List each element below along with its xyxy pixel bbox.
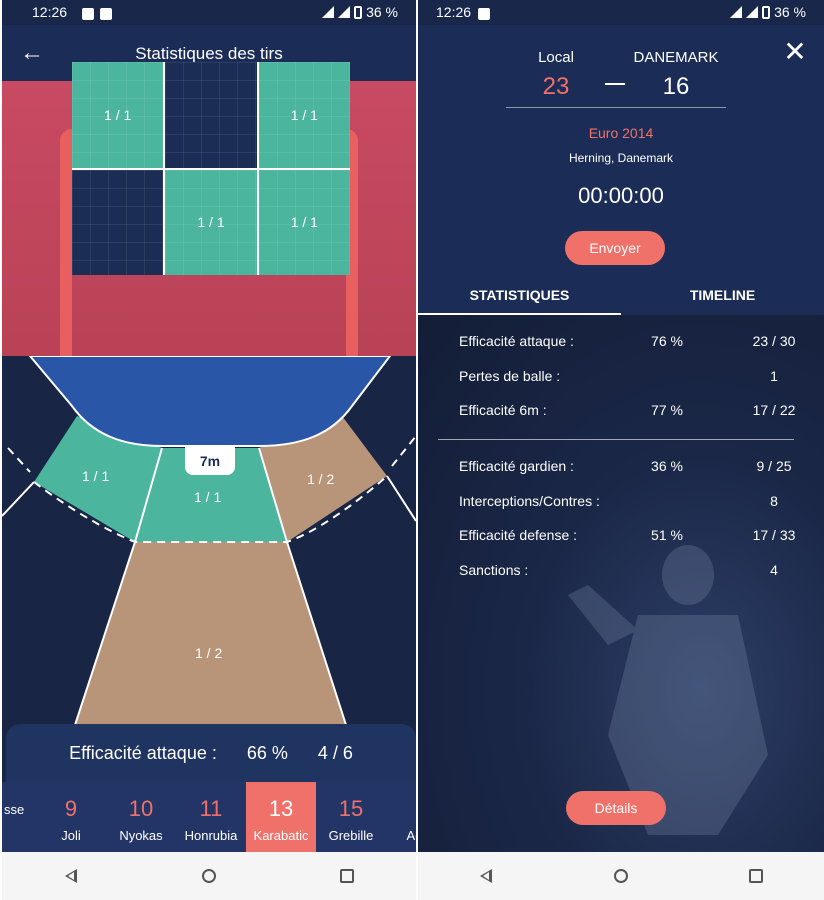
stat-row: Sanctions : 4 [459,562,778,578]
flipboard-icon [478,7,490,23]
home-team-name: Local [538,49,574,66]
signal-icon [338,6,351,18]
send-button[interactable]: Envoyer [565,231,665,265]
player-item[interactable]: 11 Honrubia [176,782,246,852]
battery-icon [762,5,771,19]
goal-zone-bottom-right[interactable]: 1 / 1 [258,169,350,275]
goal-zone-bottom-left[interactable] [72,169,164,275]
stat-row: Pertes de balle : 1 [459,368,778,384]
away-score: 16 [662,73,690,100]
efficiency-ratio: 4 / 6 [317,742,353,763]
away-team-name: DANEMARK [633,49,719,66]
status-bar: 12:26 36 % [2,0,416,25]
court-diagram: 1 / 1 1 / 1 1 / 2 1 / 2 [2,356,416,728]
player-item[interactable]: 10 Nyokas [106,782,176,852]
stats-panel: Efficacité attaque : 76 % 23 / 30 Pertes… [418,315,824,852]
court-svg [2,356,416,728]
goal-zone-top-center[interactable] [165,62,257,168]
wifi-icon [322,6,335,18]
left-wing-label[interactable]: 1 / 1 [82,468,109,484]
close-icon[interactable]: ✕ [782,38,808,66]
goal-zone-top-right[interactable]: 1 / 1 [258,62,350,168]
tab-statistics[interactable]: STATISTIQUES [418,277,621,315]
player-item[interactable]: 1 Acca [386,782,416,852]
status-bar: 12:26 36 % [418,0,824,25]
shot-stats-screen: 12:26 36 % ← Statistiques des tirs 0 / 2… [2,0,416,900]
nav-home-icon[interactable] [606,861,636,891]
center-label[interactable]: 1 / 1 [194,489,221,505]
goal-zone-bottom-center[interactable]: 1 / 1 [165,169,257,275]
battery-icon [354,5,363,19]
stat-row: Efficacité attaque : 76 % 23 / 30 [459,333,796,349]
score-divider [506,107,726,108]
flipboard-icon [100,7,112,23]
efficiency-pct: 66 % [246,742,288,763]
android-nav-bar [2,852,416,900]
nav-back-icon[interactable] [56,861,86,891]
match-timer: 00:00:00 [578,183,664,208]
details-button[interactable]: Détails [566,791,666,825]
stat-row: Interceptions/Contres : 8 [459,493,778,509]
android-nav-bar [418,852,824,900]
stat-row: Efficacité 6m : 77 % 17 / 22 [459,402,796,418]
nav-back-icon[interactable] [471,861,501,891]
tab-bar: STATISTIQUES TIMELINE [418,277,824,315]
competition-name: Euro 2014 [588,125,654,141]
goal-zone-top-left[interactable]: 1 / 1 [72,62,164,168]
player-item-selected[interactable]: 13 Karabatic [246,782,316,852]
goal-zones: 1 / 1 1 / 1 1 / 1 1 / 1 [72,62,350,275]
wifi-icon [730,6,743,18]
battery-percent: 36 % [774,4,806,20]
page-title: Statistiques des tirs [135,44,283,63]
efficiency-label: Efficacité attaque : [69,742,217,763]
match-location: Herning, Danemark [568,151,674,165]
image-icon [82,7,94,23]
status-time: 12:26 [436,4,472,20]
seven-meter-badge[interactable]: 7m [185,447,235,475]
match-summary-screen: 12:26 36 % ✕ Local DANEMARK 23 16 Euro 2… [418,0,824,900]
long-range-label[interactable]: 1 / 2 [195,645,222,661]
match-header: ✕ Local DANEMARK 23 16 Euro 2014 Herning… [418,25,824,315]
nav-home-icon[interactable] [194,861,224,891]
stats-divider [438,439,794,440]
tab-timeline[interactable]: TIMELINE [621,277,824,315]
player-item[interactable]: 15 Grebille [316,782,386,852]
nav-recents-icon[interactable] [741,861,771,891]
stat-row: Efficacité defense : 51 % 17 / 33 [459,527,796,543]
player-selector: sse 9 Joli 10 Nyokas 11 Honrubia 13 Kara… [2,782,416,852]
efficiency-bar: Efficacité attaque : 66 % 4 / 6 [6,724,416,782]
status-time: 12:26 [32,4,68,20]
right-wing-label[interactable]: 1 / 2 [307,471,334,487]
nav-recents-icon[interactable] [332,861,362,891]
home-score: 23 [542,73,570,100]
player-item[interactable]: 9 Joli [36,782,106,852]
stat-row: Efficacité gardien : 36 % 9 / 25 [459,458,792,474]
battery-percent: 36 % [366,4,398,20]
signal-icon [746,6,759,18]
player-item[interactable]: sse [2,782,36,852]
